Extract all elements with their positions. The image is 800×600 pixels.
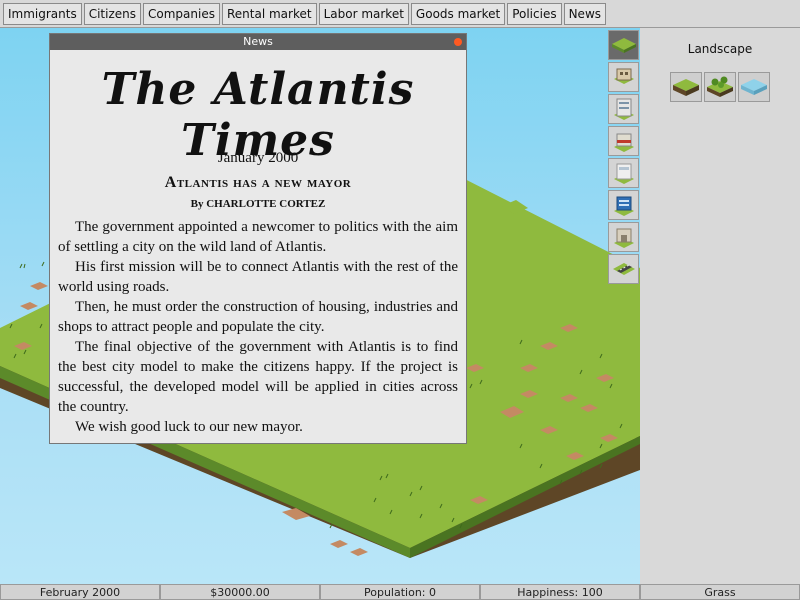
trees-tile-button[interactable] [704, 72, 736, 102]
news-window-titlebar[interactable]: News [50, 34, 466, 50]
top-menu-bar: Immigrants Citizens Companies Rental mar… [0, 0, 800, 28]
menu-policies-button[interactable]: Policies [507, 2, 562, 25]
status-money: $30000.00 [160, 584, 320, 600]
news-window: News The Atlantis Times January 2000 Atl… [49, 33, 467, 444]
status-bar: February 2000 $30000.00 Population: 0 Ha… [0, 584, 800, 600]
menu-labor-market-button[interactable]: Labor market [318, 2, 409, 25]
tool-office-button[interactable] [608, 158, 639, 188]
status-terrain: Grass [640, 584, 800, 600]
road-icon [613, 263, 635, 275]
tool-house-button[interactable] [608, 62, 639, 92]
article-paragraph: We wish good luck to our new mayor. [75, 419, 303, 435]
tool-factory-button[interactable] [608, 190, 639, 220]
close-button[interactable] [454, 38, 462, 46]
factory-icon [614, 196, 634, 216]
tool-warehouse-button[interactable] [608, 222, 639, 252]
tool-road-button[interactable] [608, 254, 639, 284]
landscape-icon [612, 38, 636, 53]
menu-news-button[interactable]: News [563, 2, 607, 25]
news-byline: By CHARLOTTE CORTEZ [190, 198, 326, 210]
landscape-panel: Landscape [640, 28, 800, 584]
build-tool-column [607, 28, 640, 288]
news-headline: Atlantis has a new mayor [164, 174, 352, 191]
water-tile-button[interactable] [738, 72, 770, 102]
menu-goods-market-button[interactable]: Goods market [410, 2, 506, 25]
panel-title: Landscape [687, 42, 753, 56]
article-paragraph: Then, he must order the construction of … [58, 299, 458, 335]
warehouse-icon [614, 228, 634, 248]
water-tile-icon [741, 79, 767, 95]
shop-icon [614, 133, 634, 152]
grass-tile-button[interactable] [670, 72, 702, 102]
house-icon [614, 68, 634, 84]
article-paragraph: The final objective of the government wi… [58, 339, 458, 415]
grass-tile-icon [673, 79, 699, 96]
news-window-title: News [243, 35, 273, 48]
status-date: February 2000 [0, 584, 160, 600]
menu-citizens-button[interactable]: Citizens [83, 2, 142, 25]
status-population: Population: 0 [320, 584, 480, 600]
menu-immigrants-button[interactable]: Immigrants [3, 2, 82, 25]
news-article: The government appointed a newcomer to p… [58, 217, 458, 437]
menu-companies-button[interactable]: Companies [143, 2, 220, 25]
tool-shop-button[interactable] [608, 126, 639, 156]
trees-tile-icon [707, 76, 733, 97]
news-date: January 2000 [217, 150, 299, 166]
office-icon [614, 163, 634, 184]
article-paragraph: His first mission will be to connect Atl… [58, 259, 458, 295]
status-happiness: Happiness: 100 [480, 584, 640, 600]
tool-apartment-button[interactable] [608, 94, 639, 124]
apartment-icon [614, 98, 634, 120]
tool-landscape-button[interactable] [608, 30, 639, 60]
menu-rental-market-button[interactable]: Rental market [221, 2, 317, 25]
article-paragraph: The government appointed a newcomer to p… [58, 219, 458, 255]
